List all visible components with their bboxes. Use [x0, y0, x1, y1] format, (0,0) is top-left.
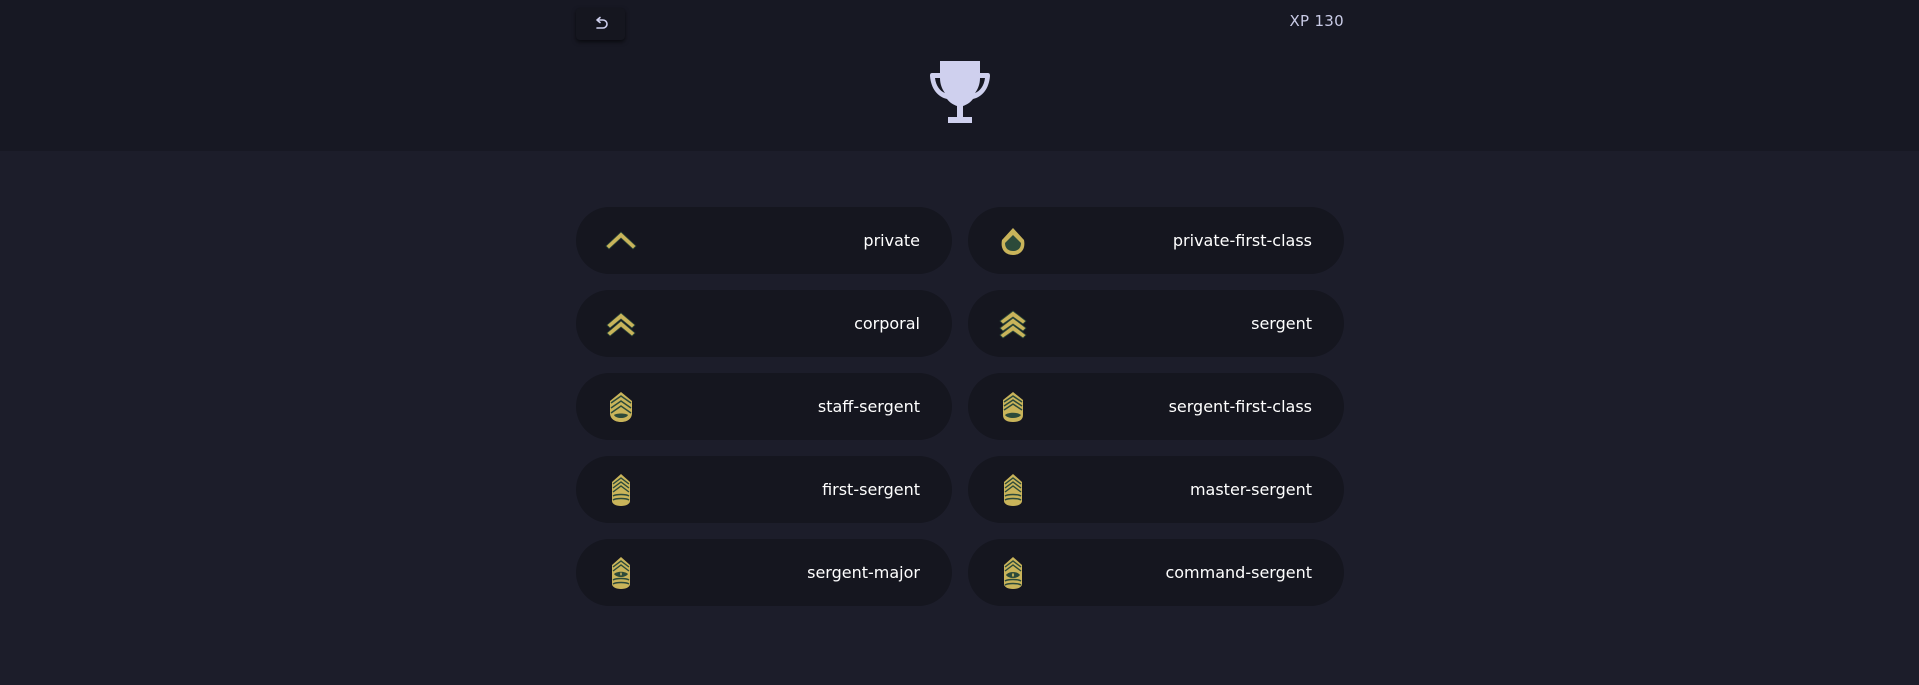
- rank-card-master-sergent[interactable]: master-sergent: [968, 456, 1344, 523]
- rank-card-sergent-major[interactable]: sergent-major: [576, 539, 952, 606]
- sergeant-insignia-icon: [999, 310, 1027, 339]
- corporal-insignia-icon: [606, 312, 636, 337]
- rank-card-sergent[interactable]: sergent: [968, 290, 1344, 357]
- rank-card-corporal[interactable]: corporal: [576, 290, 952, 357]
- private-first-class-insignia-icon: [1001, 228, 1025, 255]
- master-sergeant-insignia-icon: [1004, 474, 1022, 506]
- sergeant-first-class-insignia-icon: [1003, 392, 1023, 422]
- rank-card-staff-sergent[interactable]: staff-sergent: [576, 373, 952, 440]
- rank-card-sergent-first-class[interactable]: sergent-first-class: [968, 373, 1344, 440]
- staff-sergeant-insignia-icon: [610, 392, 632, 422]
- rank-card-command-sergent[interactable]: command-sergent: [968, 539, 1344, 606]
- rank-label: corporal: [854, 314, 920, 333]
- rank-label: private-first-class: [1172, 231, 1312, 250]
- rank-label: master-sergent: [1189, 480, 1312, 499]
- rank-grid: private private-first-class corporal ser…: [576, 207, 1344, 606]
- rank-label: sergent-major: [807, 563, 920, 582]
- trophy-icon: [930, 61, 990, 123]
- rank-label: private: [863, 231, 920, 250]
- header-bar: XP 130: [0, 0, 1919, 151]
- rank-label: sergent: [1251, 314, 1312, 333]
- rank-card-first-sergent[interactable]: first-sergent: [576, 456, 952, 523]
- sergeant-major-insignia-icon: [612, 557, 630, 589]
- rank-label: staff-sergent: [817, 397, 920, 416]
- first-sergeant-insignia-icon: [612, 474, 630, 506]
- rank-label: command-sergent: [1165, 563, 1312, 582]
- rank-card-private-first-class[interactable]: private-first-class: [968, 207, 1344, 274]
- rank-card-private[interactable]: private: [576, 207, 952, 274]
- rank-label: sergent-first-class: [1168, 397, 1312, 416]
- command-sergeant-insignia-icon: [1004, 557, 1022, 589]
- undo-arrow-icon: [595, 16, 608, 29]
- back-button[interactable]: [576, 8, 625, 40]
- private-insignia-icon: [605, 231, 637, 250]
- xp-counter: XP 130: [1289, 12, 1344, 30]
- rank-label: first-sergent: [822, 480, 920, 499]
